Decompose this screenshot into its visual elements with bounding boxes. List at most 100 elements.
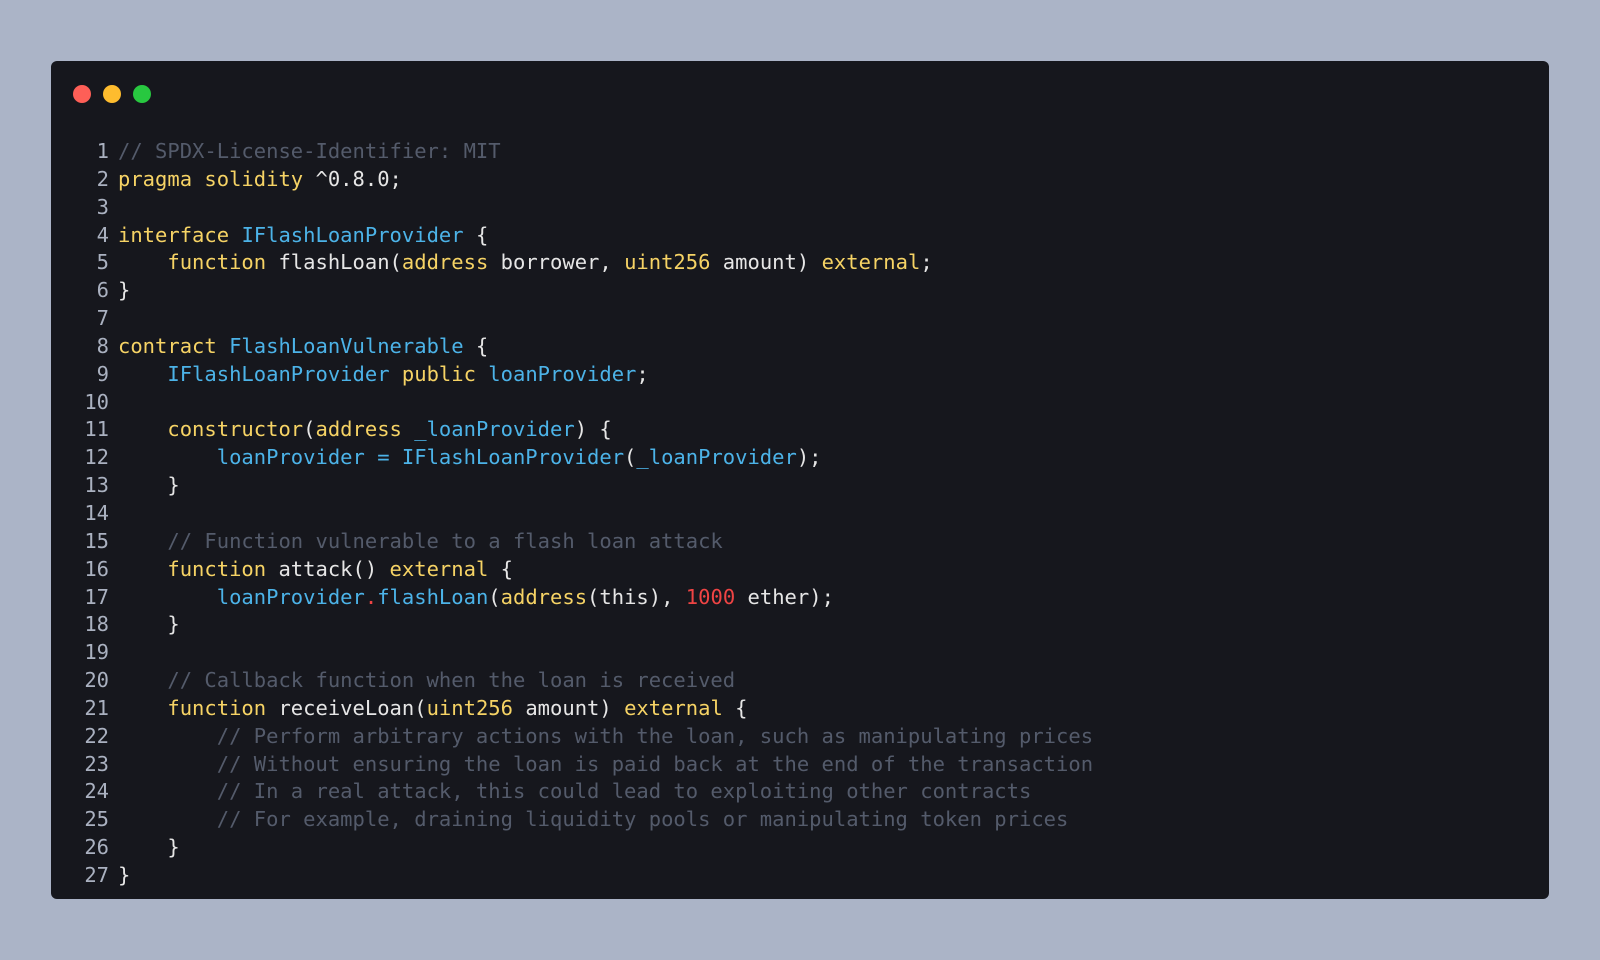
- code-token: uint256: [426, 695, 513, 720]
- line-number: 14: [84, 500, 109, 525]
- line-number: 4: [96, 222, 109, 247]
- code-line: 2 pragma solidity ^0.8.0;: [51, 166, 1549, 194]
- code-token: // Callback function when the loan is re…: [167, 668, 736, 693]
- line-number: 20: [84, 668, 109, 693]
- code-line: 6}: [51, 277, 1549, 305]
- code-token: interface: [118, 222, 230, 247]
- code-token: {: [463, 222, 489, 247]
- code-token: contract: [118, 333, 217, 358]
- code-line: 19: [51, 639, 1549, 667]
- line-number: 18: [84, 612, 109, 637]
- code-line: 18 }: [51, 611, 1549, 639]
- line-number: 16: [84, 556, 109, 581]
- code-token: .: [364, 584, 378, 609]
- code-token: IFlashLoanProvider: [167, 361, 390, 386]
- code-token: {: [722, 695, 748, 720]
- line-number: 5: [96, 250, 109, 275]
- line-number: 17: [84, 584, 109, 609]
- code-text: constructor(address _loanProvider) {: [118, 416, 612, 444]
- code-text: // SPDX-License-Identifier: MIT: [118, 138, 501, 166]
- line-number: 7: [96, 306, 109, 331]
- code-text: // For example, draining liquidity pools…: [118, 806, 1069, 834]
- code-token: // Function vulnerable to a flash loan a…: [167, 528, 723, 553]
- line-number: 26: [84, 835, 109, 860]
- code-line: 16 function attack() external {: [51, 556, 1549, 584]
- line-number: 27: [84, 862, 109, 887]
- code-token: external: [624, 695, 723, 720]
- line-number: 1: [96, 139, 109, 163]
- code-line: 15 // Function vulnerable to a flash loa…: [51, 528, 1549, 556]
- line-number: 19: [84, 640, 109, 665]
- code-text: loanProvider.flashLoan(address(this), 10…: [118, 584, 834, 612]
- code-text: loanProvider = IFlashLoanProvider(_loanP…: [118, 444, 822, 472]
- code-text: }: [118, 862, 130, 890]
- code-token: ) {: [574, 417, 612, 442]
- code-token: }: [118, 278, 131, 303]
- code-token: IFlashLoanProvider: [241, 222, 464, 247]
- code-token: address: [315, 417, 402, 442]
- code-block: 1 // SPDX-License-Identifier: MIT 2 pragma …: [51, 138, 1549, 890]
- maximize-dot[interactable]: [133, 85, 151, 103]
- line-number: 21: [84, 695, 109, 720]
- line-number: 2: [96, 166, 109, 191]
- code-token: loanProvider: [488, 361, 637, 386]
- code-token: // In a real attack, this could lead to …: [216, 779, 1032, 804]
- line-number: 9: [96, 361, 109, 386]
- code-line: 24 // In a real attack, this could lead …: [51, 778, 1549, 806]
- code-line: 3: [51, 194, 1549, 222]
- code-token: external: [821, 250, 921, 275]
- code-line: 21 function receiveLoan(uint256 amount) …: [51, 695, 1549, 723]
- window-controls: [73, 85, 151, 103]
- code-token: receiveLoan(: [266, 695, 427, 720]
- line-number: 13: [84, 473, 109, 498]
- line-number: 22: [84, 723, 109, 748]
- line-number: 15: [84, 528, 109, 553]
- code-token: // Perform arbitrary actions with the lo…: [216, 723, 1094, 748]
- code-line: 8 contract FlashLoanVulnerable {: [51, 333, 1549, 361]
- code-token: address: [500, 584, 588, 609]
- line-number: 23: [84, 751, 109, 776]
- code-token: pragma: [118, 166, 193, 191]
- minimize-dot[interactable]: [103, 85, 121, 103]
- code-token: function: [167, 556, 267, 581]
- code-token: external: [389, 556, 489, 581]
- code-line: 11 constructor(address _loanProvider) {: [51, 416, 1549, 444]
- code-text: function flashLoan(address borrower, uin…: [118, 249, 933, 277]
- line-number: 6: [96, 278, 109, 303]
- code-line: 9 IFlashLoanProvider public loanProvider…: [51, 361, 1549, 389]
- code-text: // In a real attack, this could lead to …: [118, 778, 1032, 806]
- code-line: 27}: [51, 862, 1549, 890]
- code-text: }: [118, 834, 179, 862]
- code-token: 1000: [685, 584, 736, 609]
- line-number: 12: [84, 445, 109, 470]
- code-token: solidity: [204, 166, 304, 191]
- code-token: loanProvider = IFlashLoanProvider: [216, 445, 625, 470]
- code-text: contract FlashLoanVulnerable {: [118, 333, 488, 361]
- code-token: amount): [710, 250, 822, 275]
- code-token: borrower,: [488, 250, 625, 275]
- code-token: function: [167, 250, 267, 275]
- code-token: ;: [920, 250, 933, 275]
- code-token: _loanProvider: [636, 445, 797, 470]
- code-token: }: [118, 862, 131, 887]
- close-dot[interactable]: [73, 85, 91, 103]
- code-line: 1 // SPDX-License-Identifier: MIT: [51, 138, 1549, 166]
- code-text: // Without ensuring the loan is paid bac…: [118, 751, 1093, 779]
- line-number: 3: [96, 194, 109, 219]
- code-line: 14: [51, 500, 1549, 528]
- code-line: 7: [51, 305, 1549, 333]
- code-token: ;: [636, 361, 649, 386]
- code-token: {: [463, 333, 489, 358]
- code-token: ^0.8.0;: [303, 166, 402, 191]
